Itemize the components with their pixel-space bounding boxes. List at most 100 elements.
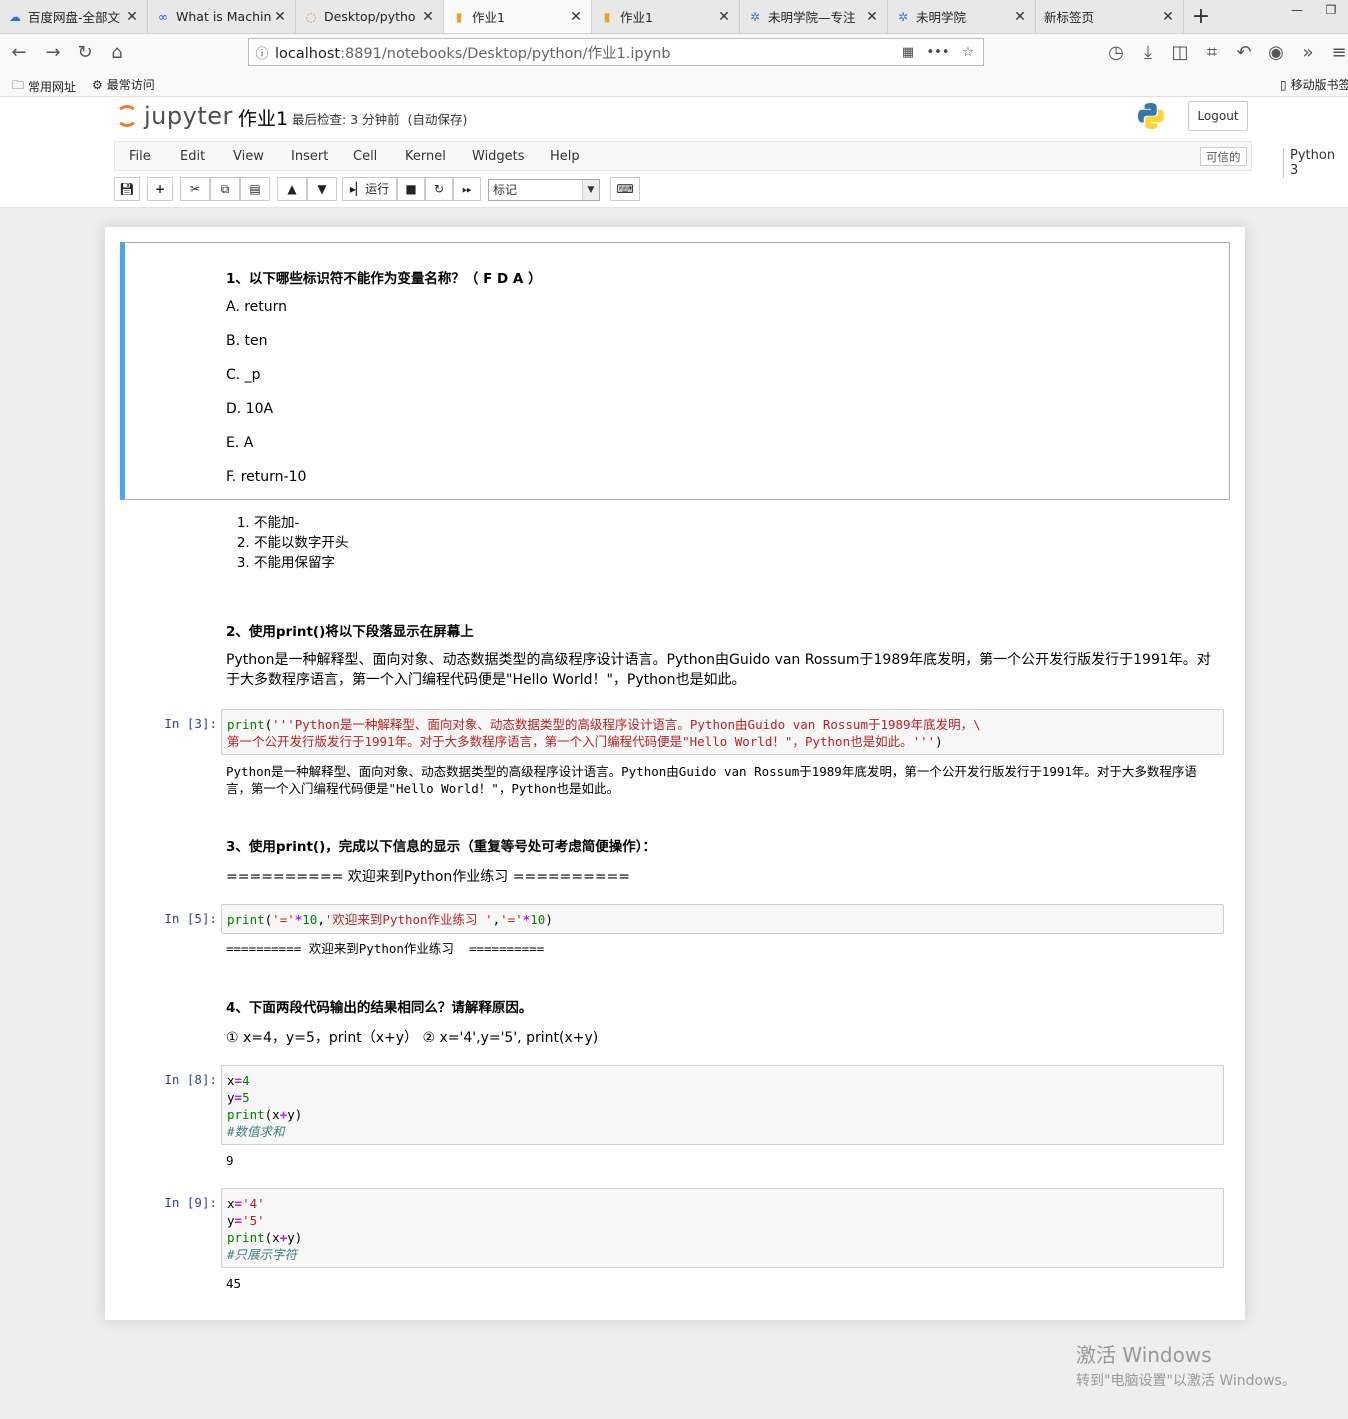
menu-file[interactable]: File <box>129 149 151 164</box>
crop-icon[interactable]: ⌗ <box>1201 42 1223 64</box>
code-comment: #只展示字符 <box>227 1247 298 1262</box>
save-button[interactable]: 💾︎ <box>114 177 140 201</box>
question-3-title: 3、使用print()，完成以下信息的显示（重复等号处可考虑简便操作）： <box>226 839 656 855</box>
browser-tab[interactable]: ▮ 作业1 ✕ <box>444 0 592 33</box>
move-down-button[interactable]: ▼ <box>307 177 337 201</box>
bookmark-most-visited[interactable]: ⚙ 最常访问 <box>92 76 155 93</box>
watermark-title: 激活 Windows <box>1076 1343 1212 1367</box>
url-path: :8891/notebooks/Desktop/python/作业1.ipynb <box>340 45 671 62</box>
browser-tab[interactable]: ∞ What is Machin ✕ <box>148 0 296 33</box>
code-cell-output: ========== 欢迎来到Python作业练习 ========== <box>226 941 545 956</box>
browser-tab[interactable]: ◌ Desktop/pytho ✕ <box>296 0 444 33</box>
trusted-badge[interactable]: 可信的 <box>1200 147 1247 166</box>
download-icon[interactable]: ⤓ <box>1137 42 1159 64</box>
question-4-paragraph: ① x=4，y=5，print（x+y） ② x='4',y='5', prin… <box>226 1030 599 1046</box>
command-palette-button[interactable]: ⌨ <box>610 177 640 201</box>
code-cell-input[interactable]: print('='*10,'欢迎来到Python作业练习 ','='*10) <box>221 904 1224 934</box>
close-icon[interactable]: ✕ <box>569 9 583 25</box>
kernel-name[interactable]: Python 3 <box>1283 148 1335 178</box>
logout-button[interactable]: Logout <box>1188 101 1248 131</box>
list-item: 不能以数字开头 <box>254 533 349 553</box>
option-f: F. return-10 <box>226 469 307 485</box>
run-label: 运行 <box>365 182 390 196</box>
run-button[interactable]: ▸▏运行 <box>342 177 397 201</box>
jupyter-header: jupyter 作业1 最后检查: 3 分钟前 (自动保存) Logout 可信… <box>0 97 1348 208</box>
restart-button[interactable]: ↻ <box>425 177 453 201</box>
browser-tab[interactable]: ✲ 未明学院 ✕ <box>888 0 1036 33</box>
restart-run-all-button[interactable]: ⏩︎ <box>453 177 481 201</box>
code-string: '欢迎来到Python作业练习 ' <box>324 912 493 927</box>
logo-icon: ✲ <box>897 9 909 24</box>
code-cell-input[interactable]: print('''Python是一种解释型、面向对象、动态数据类型的高级程序设计… <box>221 709 1224 755</box>
notebook-name[interactable]: 作业1 <box>238 104 288 131</box>
close-icon[interactable]: ✕ <box>421 9 435 25</box>
qrcode-icon[interactable]: ▦ <box>893 45 923 60</box>
code-keyword: print <box>227 1230 265 1245</box>
sidebar-icon[interactable]: ◫ <box>1169 42 1191 64</box>
jupyter-logo[interactable]: jupyter <box>116 102 233 130</box>
close-icon[interactable]: ✕ <box>125 9 139 25</box>
tab-title: 新标签页 <box>1044 10 1095 25</box>
jupyter-wordmark: jupyter <box>144 102 233 130</box>
history-icon[interactable]: ◷ <box>1105 42 1127 64</box>
input-prompt: In [9]: <box>164 1195 217 1210</box>
more-icon[interactable]: ••• <box>923 45 953 60</box>
undo-icon[interactable]: ↶ <box>1233 42 1255 64</box>
notebook-container: 1、以下哪些标识符不能作为变量名称？（ F D A ） A. return B.… <box>105 227 1245 1320</box>
close-icon[interactable]: ✕ <box>273 9 287 25</box>
address-bar[interactable]: ⓘ localhost:8891/notebooks/Desktop/pytho… <box>248 38 984 66</box>
logo-icon: ✲ <box>749 9 761 24</box>
restore-icon[interactable]: ❐ <box>1314 0 1348 24</box>
browser-tab[interactable]: 新标签页 ✕ <box>1036 0 1184 33</box>
bookmark-common-sites[interactable]: 🗀 常用网址 <box>12 76 76 97</box>
menu-view[interactable]: View <box>233 149 264 164</box>
option-a: A. return <box>226 299 288 315</box>
browser-tab[interactable]: ✲ 未明学院—专注 ✕ <box>740 0 888 33</box>
info-icon[interactable]: ⓘ <box>249 43 275 62</box>
gear-icon: ⚙ <box>92 77 103 92</box>
move-up-button[interactable]: ▲ <box>277 177 307 201</box>
paste-button[interactable]: ▤ <box>240 177 270 201</box>
code-cell-input[interactable]: x='4' y='5' print(x+y) #只展示字符 <box>221 1188 1224 1268</box>
reload-icon[interactable]: ↻ <box>74 42 96 64</box>
home-icon[interactable]: ⌂ <box>106 42 128 64</box>
code-string: '''Python是一种解释型、面向对象、动态数据类型的高级程序设计语言。Pyt… <box>272 717 981 732</box>
tab-title: 未明学院—专注 <box>768 10 856 25</box>
paste-icon: ▤ <box>249 182 261 196</box>
menu-icon[interactable]: ≡ <box>1328 42 1348 64</box>
cell-type-select[interactable]: 标记 ▼ <box>488 179 600 201</box>
cut-button[interactable]: ✂ <box>180 177 210 201</box>
watermark-subtitle: 转到"电脑设置"以激活 Windows。 <box>1076 1373 1296 1389</box>
insert-cell-button[interactable]: + <box>147 177 173 201</box>
menu-widgets[interactable]: Widgets <box>472 149 525 164</box>
input-prompt: In [3]: <box>164 716 217 731</box>
tab-title: 百度网盘-全部文 <box>28 10 121 25</box>
close-icon[interactable]: ✕ <box>1161 9 1175 25</box>
bookmark-label: 移动版书签 <box>1290 78 1348 92</box>
close-icon[interactable]: ✕ <box>1013 9 1027 25</box>
new-tab-button[interactable]: + <box>1184 0 1218 33</box>
back-icon[interactable]: ← <box>8 42 30 64</box>
browser-tab[interactable]: ▮ 作业1 ✕ <box>592 0 740 33</box>
copy-button[interactable]: ⧉ <box>210 177 240 201</box>
browser-tab[interactable]: ☁ 百度网盘-全部文 ✕ <box>0 0 148 33</box>
extension-icon[interactable]: ◉ <box>1265 42 1287 64</box>
code-cell-input[interactable]: x=4 y=5 print(x+y) #数值求和 <box>221 1065 1224 1145</box>
interrupt-button[interactable]: ■ <box>397 177 425 201</box>
menu-insert[interactable]: Insert <box>291 149 328 164</box>
menu-help[interactable]: Help <box>550 149 580 164</box>
code-number: 4 <box>242 1073 250 1088</box>
star-icon[interactable]: ☆ <box>953 45 983 60</box>
question-3-paragraph: ========== 欢迎来到Python作业练习 ========== <box>226 869 631 885</box>
keyboard-icon: ⌨ <box>616 182 634 196</box>
forward-icon[interactable]: → <box>42 42 64 64</box>
minimize-icon[interactable]: — <box>1280 0 1314 24</box>
url-text[interactable]: localhost:8891/notebooks/Desktop/python/… <box>275 42 893 63</box>
menu-cell[interactable]: Cell <box>353 149 377 164</box>
close-icon[interactable]: ✕ <box>717 9 731 25</box>
close-icon[interactable]: ✕ <box>865 9 879 25</box>
overflow-icon[interactable]: » <box>1297 42 1319 64</box>
bookmark-mobile[interactable]: ▯ 移动版书签 <box>1280 76 1348 93</box>
menu-kernel[interactable]: Kernel <box>405 149 446 164</box>
menu-edit[interactable]: Edit <box>180 149 205 164</box>
